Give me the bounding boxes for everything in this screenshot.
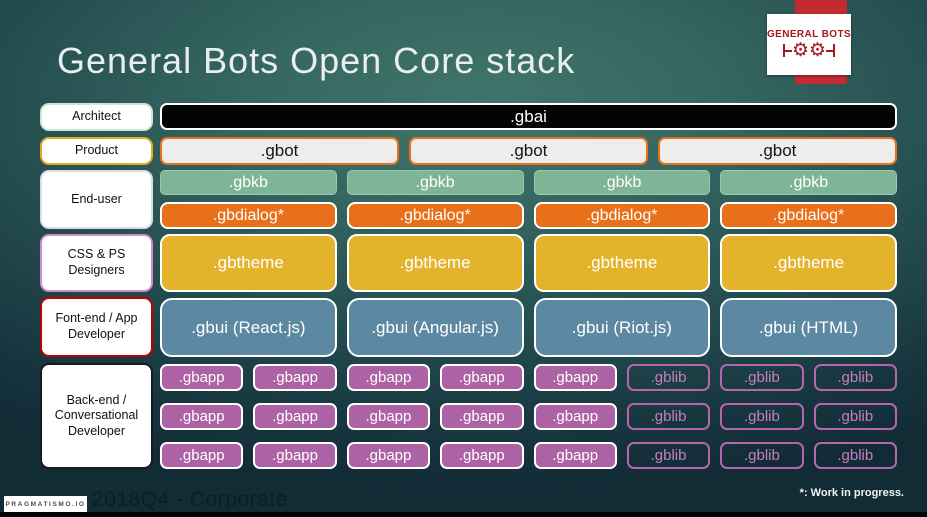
gear-endcap-right xyxy=(833,44,836,57)
gear-axle-left xyxy=(784,49,792,52)
role-label-end-user: End-user xyxy=(40,170,153,229)
gbapp-box: .gbapp xyxy=(440,364,524,391)
slide-canvas: General Bots Open Core stack GENERAL BOT… xyxy=(0,0,927,517)
gbtheme-box: .gbtheme xyxy=(720,234,897,292)
gbapp-box: .gbapp xyxy=(160,403,244,430)
pragmatismo-badge: PRAGMATISMO.IO xyxy=(4,496,87,513)
gbapp-box: .gbapp xyxy=(440,403,524,430)
gbdialog-row: .gbdialog* .gbdialog* .gbdialog* .gbdialog* xyxy=(160,202,897,229)
gbkb-box: .gbkb xyxy=(346,170,524,195)
backend-row-2: .gbapp .gbapp .gbapp .gbapp .gbapp .gblib .gbl… xyxy=(160,403,897,430)
gbui-row: .gbui (React.js) .gbui (Angular.js) .gbui … xyxy=(160,298,897,357)
work-in-progress-note: *: Work in progress. xyxy=(799,487,904,499)
gbapp-box: .gbapp xyxy=(440,442,524,469)
backend-row-3: .gbapp .gbapp .gbapp .gbapp .gbapp .gblib .gbl… xyxy=(160,442,897,469)
bottom-black-bar xyxy=(0,512,927,517)
general-bots-logo: GENERAL BOTS ⚙ ⚙ xyxy=(767,14,851,75)
backend-row-1: .gbapp .gbapp .gbapp .gbapp .gbapp .gblib .gbl… xyxy=(160,364,897,391)
role-label-product: Product xyxy=(40,137,153,165)
gbtheme-box: .gbtheme xyxy=(160,234,337,292)
gbapp-box: .gbapp xyxy=(253,403,337,430)
gbapp-box: .gbapp xyxy=(346,403,431,430)
gear-icon: ⚙ xyxy=(791,40,809,61)
gbapp-box: .gbapp xyxy=(253,364,337,391)
logo-wordmark: GENERAL BOTS xyxy=(766,29,852,40)
gblib-box: .gblib xyxy=(813,364,897,391)
gbot-row: .gbot .gbot .gbot xyxy=(160,137,897,165)
gblib-box: .gblib xyxy=(720,442,804,469)
role-label-css-ps-designers: CSS & PS Designers xyxy=(40,234,153,292)
gbot-box: .gbot xyxy=(160,137,399,165)
gbtheme-box: .gbtheme xyxy=(346,234,524,292)
gbapp-box: .gbapp xyxy=(160,364,244,391)
gears-icon: ⚙ ⚙ xyxy=(782,40,836,61)
gblib-box: .gblib xyxy=(813,442,897,469)
gbui-box: .gbui (Angular.js) xyxy=(346,298,524,357)
gblib-box: .gblib xyxy=(626,364,711,391)
gbui-box: .gbui (HTML) xyxy=(720,298,897,357)
gbdialog-box: .gbdialog* xyxy=(720,202,897,229)
gbdialog-box: .gbdialog* xyxy=(160,202,337,229)
gblib-box: .gblib xyxy=(720,364,804,391)
gbdialog-box: .gbdialog* xyxy=(346,202,524,229)
gbapp-box: .gbapp xyxy=(533,364,617,391)
role-label-backend-conversational-developer: Back-end / Conversational Developer xyxy=(40,363,153,469)
gblib-box: .gblib xyxy=(720,403,804,430)
gbtheme-box: .gbtheme xyxy=(533,234,711,292)
gbkb-box: .gbkb xyxy=(533,170,711,195)
gbkb-row: .gbkb .gbkb .gbkb .gbkb xyxy=(160,170,897,195)
gbapp-box: .gbapp xyxy=(533,442,617,469)
gbai-row: .gbai xyxy=(160,103,897,130)
edition-text: 2018Q4 - Corporate xyxy=(92,488,288,511)
gbkb-box: .gbkb xyxy=(720,170,897,195)
gear-icon: ⚙ xyxy=(809,40,827,61)
gbtheme-row: .gbtheme .gbtheme .gbtheme .gbtheme xyxy=(160,234,897,292)
gear-axle-right xyxy=(826,49,834,52)
gbapp-box: .gbapp xyxy=(533,403,617,430)
gbapp-box: .gbapp xyxy=(160,442,244,469)
role-label-architect: Architect xyxy=(40,103,153,131)
page-title: General Bots Open Core stack xyxy=(57,40,576,81)
gbdialog-box: .gbdialog* xyxy=(533,202,711,229)
gbkb-box: .gbkb xyxy=(160,170,337,195)
role-label-frontend-app-developer: Font-end / App Developer xyxy=(40,297,153,357)
gbui-box: .gbui (Riot.js) xyxy=(533,298,711,357)
gbapp-box: .gbapp xyxy=(346,442,431,469)
gbui-box: .gbui (React.js) xyxy=(160,298,337,357)
gbot-box: .gbot xyxy=(658,137,897,165)
gblib-box: .gblib xyxy=(626,403,711,430)
gbai-bar: .gbai xyxy=(160,103,897,130)
gblib-box: .gblib xyxy=(626,442,711,469)
gblib-box: .gblib xyxy=(813,403,897,430)
gbot-box: .gbot xyxy=(409,137,648,165)
gbapp-box: .gbapp xyxy=(253,442,337,469)
gbapp-box: .gbapp xyxy=(346,364,431,391)
